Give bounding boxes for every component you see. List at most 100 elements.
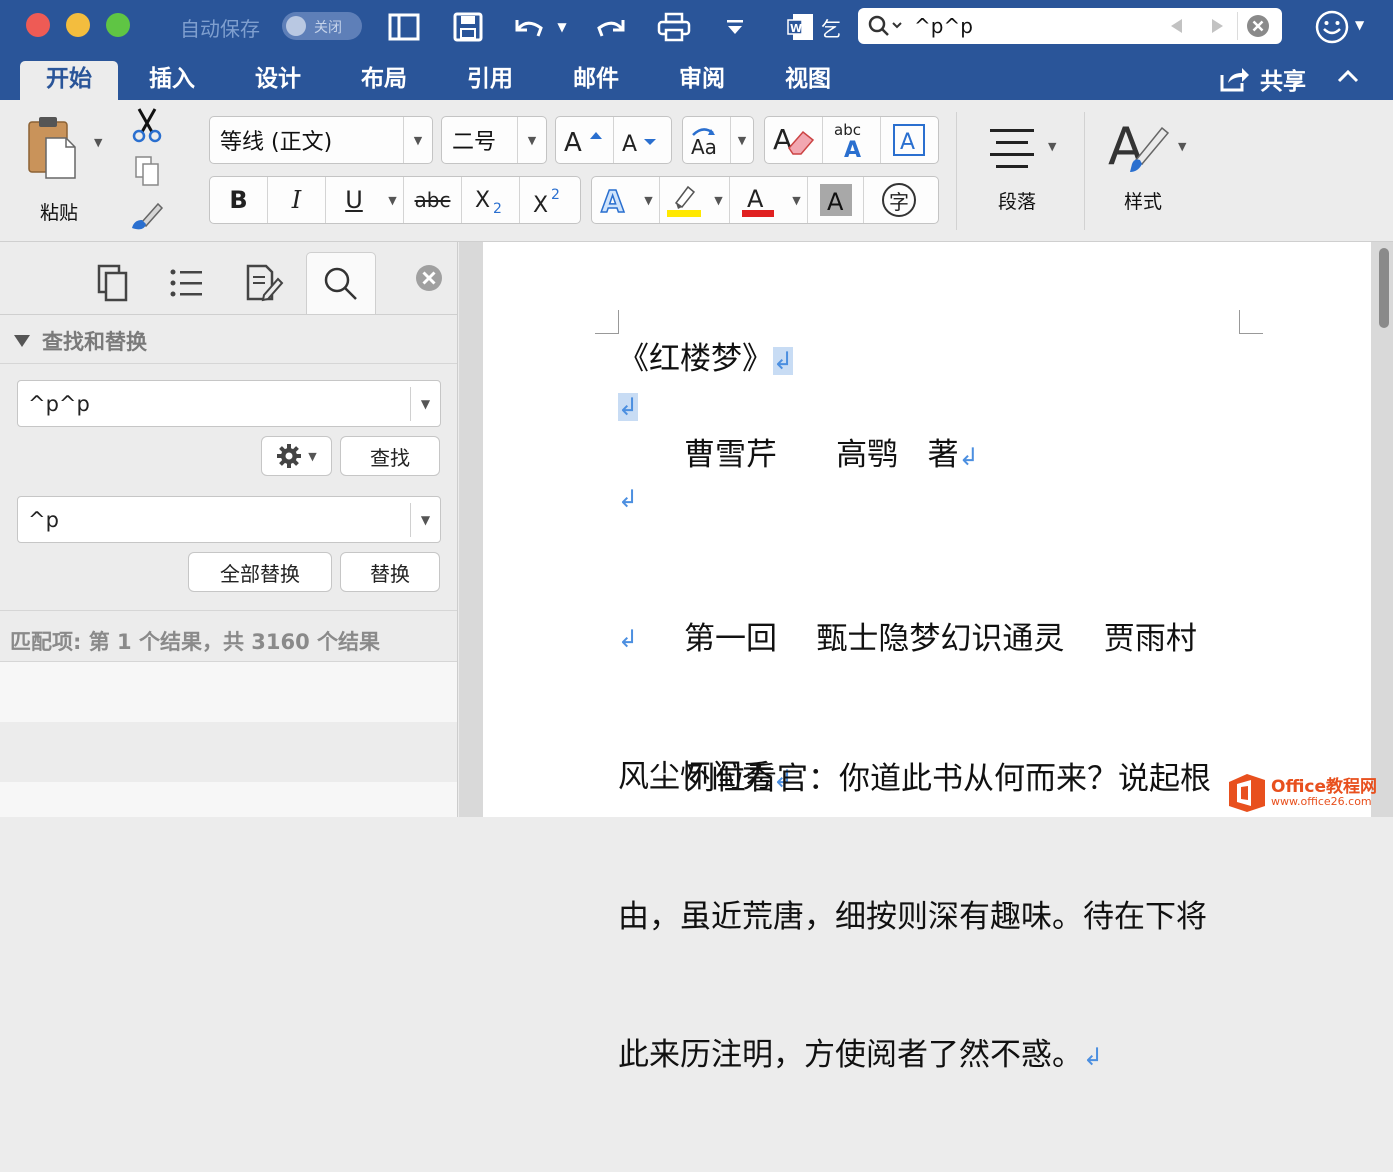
close-pane-icon[interactable] <box>415 264 443 292</box>
result-row[interactable] <box>0 782 457 817</box>
find-button[interactable]: 查找 <box>340 436 440 476</box>
share-button[interactable]: 共享 <box>1218 61 1306 97</box>
result-row[interactable] <box>0 662 457 722</box>
text-effects-dropdown[interactable]: ▼ <box>638 177 660 223</box>
doc-paragraph: ↲ <box>618 474 1258 522</box>
highlight-button[interactable] <box>660 177 708 223</box>
undo-dropdown-icon[interactable]: ▼ <box>552 11 572 43</box>
change-case-button[interactable]: Aa ▼ <box>682 116 754 164</box>
clear-formatting-button[interactable]: A <box>765 117 823 163</box>
smiley-feedback-icon[interactable] <box>1314 9 1350 45</box>
subscript-button[interactable]: X2 <box>462 177 520 223</box>
word-doc-icon[interactable]: W <box>786 11 816 43</box>
doc-text: 此来历注明，方使阅者了然不惑。 <box>618 1037 1083 1073</box>
tab-reviewing[interactable] <box>231 252 297 314</box>
autosave-toggle[interactable]: 关闭 <box>282 12 362 40</box>
format-painter-icon[interactable] <box>128 198 166 232</box>
find-replace-section-header[interactable]: 查找和替换 <box>12 326 147 356</box>
tab-thumbnails[interactable] <box>80 252 146 314</box>
doc-text: 列位看官：你道此书从何而来？说起根 <box>684 761 1211 797</box>
text-effects-button[interactable]: A <box>592 177 638 223</box>
styles-button[interactable]: A ▼ 样式 <box>1104 114 1196 224</box>
zoom-window-button[interactable] <box>106 13 130 37</box>
redo-icon[interactable] <box>592 11 632 43</box>
tab-references[interactable]: 引用 <box>467 61 513 100</box>
font-name-dropdown-icon[interactable]: ▼ <box>414 134 422 147</box>
character-border-button[interactable]: A <box>881 117 937 163</box>
replace-button[interactable]: 替换 <box>340 552 440 592</box>
replace-field[interactable]: ▼ <box>17 496 441 543</box>
grow-font-button[interactable]: A <box>556 117 614 163</box>
doc-paragraph: 列位看官：你道此书从何而来？说起根 由，虽近荒唐，细按则深有趣味。待在下将 此来… <box>618 664 1258 1172</box>
tab-document-map[interactable] <box>153 252 219 314</box>
paragraph-button[interactable]: ▼ 段落 <box>980 114 1070 224</box>
autosave-state: 关闭 <box>314 20 342 36</box>
paste-button[interactable]: ▼ 粘贴 <box>22 112 112 224</box>
document-page[interactable]: 《红楼梦》↲ ↲ 曹雪芹 高鹗 著↲ ↲ 第一回 甄士隐梦幻识通灵 贾雨村 风尘… <box>483 242 1371 1073</box>
tab-mailings[interactable]: 邮件 <box>573 61 619 100</box>
tab-search[interactable] <box>306 252 376 314</box>
font-color-button[interactable]: A <box>730 177 786 223</box>
paste-dropdown-icon[interactable]: ▼ <box>94 136 102 149</box>
bold-button[interactable]: B <box>210 177 268 223</box>
enclose-characters-button[interactable]: 字 <box>864 177 934 223</box>
find-options-button[interactable]: ▼ <box>261 436 332 476</box>
replace-history-dropdown-icon[interactable]: ▼ <box>410 503 440 537</box>
result-row[interactable] <box>0 722 457 782</box>
underline-dropdown[interactable]: ▼ <box>382 177 404 223</box>
doc-text: 《红楼梦》 <box>618 341 773 377</box>
tab-home[interactable]: 开始 <box>20 61 118 100</box>
spelling-icon[interactable]: 乞 <box>818 11 844 43</box>
styles-label: 样式 <box>1124 191 1163 213</box>
superscript-button[interactable]: X2 <box>520 177 578 223</box>
tab-view[interactable]: 视图 <box>785 61 831 100</box>
find-history-dropdown-icon[interactable]: ▼ <box>410 387 440 421</box>
replace-all-button[interactable]: 全部替换 <box>188 552 332 592</box>
next-result-icon[interactable] <box>1208 17 1226 35</box>
italic-button[interactable]: I <box>268 177 326 223</box>
undo-icon[interactable] <box>508 11 548 43</box>
find-field[interactable]: ▼ <box>17 380 441 427</box>
print-icon[interactable] <box>654 11 694 43</box>
font-style-group: B I U ▼ abc X2 X2 <box>209 176 581 224</box>
vertical-scrollbar-thumb[interactable] <box>1379 248 1389 328</box>
feedback-dropdown-icon[interactable]: ▼ <box>1355 18 1364 32</box>
font-name-combo[interactable]: 等线 (正文) ▼ <box>209 116 433 164</box>
shrink-font-button[interactable]: A <box>614 117 672 163</box>
find-input[interactable] <box>26 389 406 419</box>
minimize-window-button[interactable] <box>66 13 90 37</box>
strikethrough-button[interactable]: abc <box>404 177 462 223</box>
tab-layout[interactable]: 布局 <box>361 61 407 100</box>
shrink-font-icon: A <box>622 132 657 155</box>
find-options-dropdown-icon: ▼ <box>308 449 317 463</box>
tab-insert[interactable]: 插入 <box>149 61 195 100</box>
paragraph-mark: ↲ <box>773 347 794 375</box>
sidebar-toggle-icon[interactable] <box>386 11 422 43</box>
underline-button[interactable]: U <box>326 177 382 223</box>
highlight-dropdown-icon: ▼ <box>714 193 723 207</box>
clear-search-icon[interactable] <box>1246 14 1270 38</box>
previous-result-icon[interactable] <box>1168 17 1186 35</box>
highlight-dropdown[interactable]: ▼ <box>708 177 730 223</box>
customize-toolbar-icon[interactable] <box>722 11 748 43</box>
paragraph-mark: ↲ <box>618 485 639 513</box>
search-input[interactable] <box>912 12 1152 40</box>
character-shading-button[interactable]: A <box>808 177 864 223</box>
tab-review[interactable]: 审阅 <box>679 61 725 100</box>
highlighter-icon <box>667 185 701 217</box>
paste-label: 粘贴 <box>40 202 79 224</box>
phonetic-guide-button[interactable]: abc A <box>823 117 881 163</box>
collapse-ribbon-icon[interactable] <box>1336 67 1360 85</box>
paragraph-mark: ↲ <box>618 625 639 653</box>
cut-scissors-icon[interactable] <box>130 106 164 144</box>
copy-icon[interactable] <box>132 154 162 188</box>
save-icon[interactable] <box>450 11 486 43</box>
font-size-dropdown-icon[interactable]: ▼ <box>528 134 536 147</box>
close-window-button[interactable] <box>26 13 50 37</box>
change-case-dropdown-icon[interactable]: ▼ <box>738 134 746 147</box>
font-color-dropdown[interactable]: ▼ <box>786 177 808 223</box>
font-size-combo[interactable]: 二号 ▼ <box>441 116 547 164</box>
search-document-box[interactable] <box>858 8 1282 44</box>
tab-design[interactable]: 设计 <box>255 61 301 100</box>
replace-input[interactable] <box>26 505 406 535</box>
